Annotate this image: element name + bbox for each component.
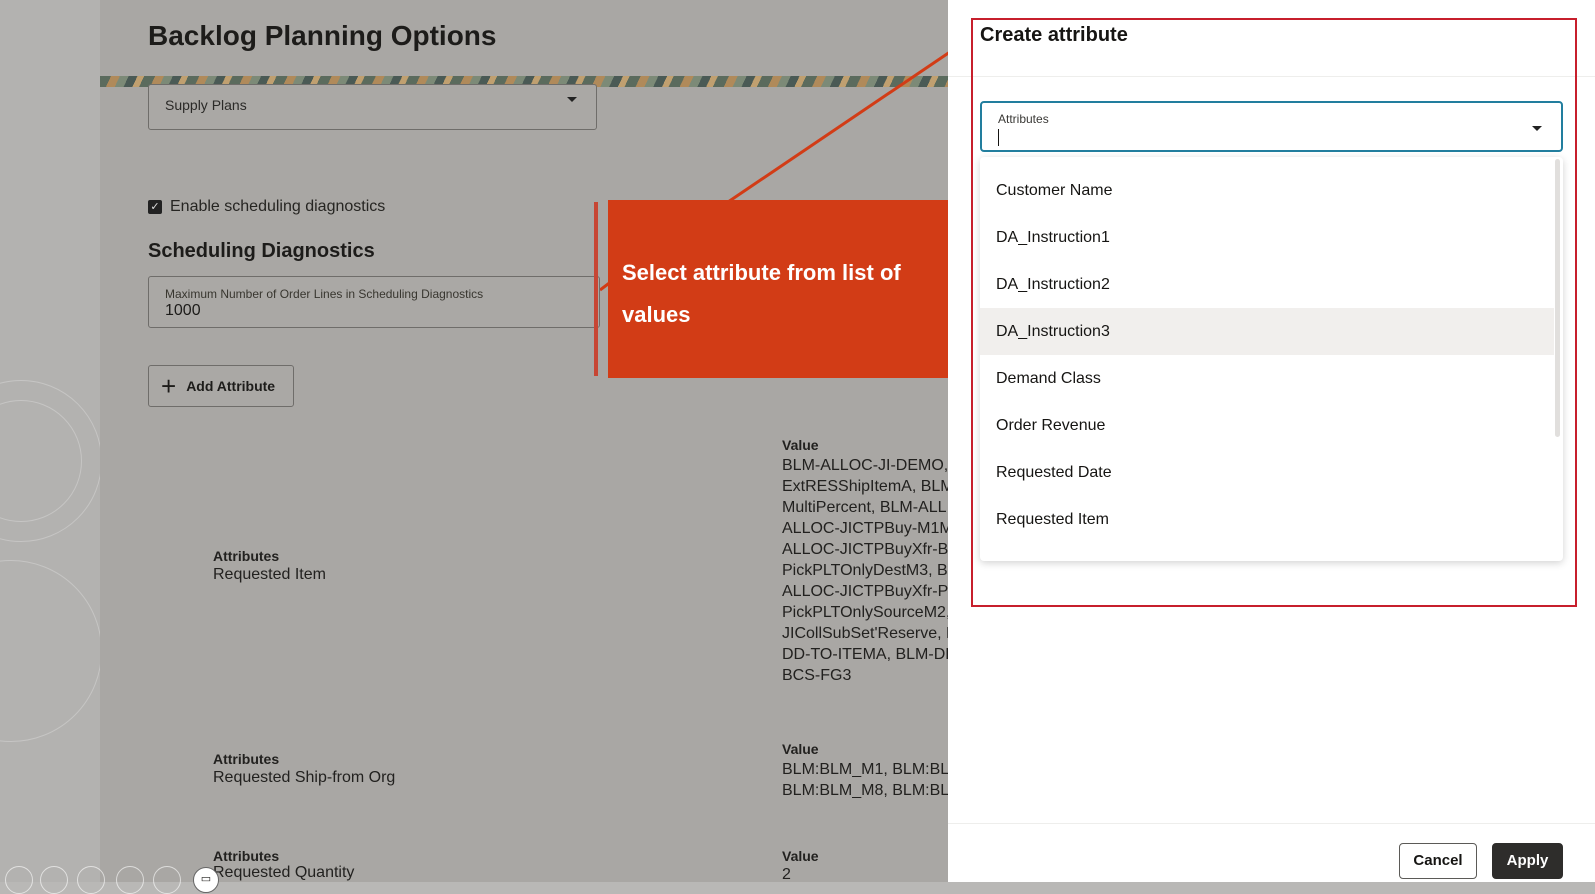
- enable-diagnostics-label: Enable scheduling diagnostics: [170, 198, 386, 215]
- max-order-lines-value: 1000: [165, 302, 201, 319]
- cancel-button[interactable]: Cancel: [1399, 843, 1477, 879]
- slides-icon[interactable]: [116, 866, 144, 894]
- drawer-footer-divider: [948, 823, 1595, 824]
- value-label: Value: [782, 848, 819, 864]
- callout-box: Select attribute from list of values: [608, 200, 951, 378]
- plus-icon: +: [161, 371, 177, 401]
- camera-icon[interactable]: ▭: [193, 867, 219, 893]
- value-line: BLM:BLM_M1, BLM:BL: [782, 761, 950, 778]
- attribute-value: Requested Item: [213, 566, 326, 583]
- value-line: DD-TO-ITEMA, BLM-DD: [782, 646, 950, 663]
- value-line: JICollSubSet'Reserve, B: [782, 625, 950, 642]
- page-title: Backlog Planning Options: [148, 20, 497, 51]
- value-line: ALLOC-JICTPBuy-M1M: [782, 520, 950, 537]
- value-list: BLM:BLM_M1, BLM:BL BLM:BLM_M8, BLM:BL: [782, 759, 950, 801]
- plan-type-value: Supply Plans: [165, 97, 247, 113]
- value-line: PickPLTOnlySourceM2,: [782, 604, 950, 621]
- attribute-label: Attributes: [213, 751, 280, 767]
- callout-connector-long: [727, 31, 979, 204]
- value-line: PickPLTOnlyDestM3, BL: [782, 562, 950, 579]
- value-line: MultiPercent, BLM-ALL: [782, 499, 947, 516]
- section-title: Scheduling Diagnostics: [148, 240, 375, 262]
- attribute-value: Requested Ship-from Org: [213, 769, 396, 786]
- forward-icon[interactable]: [40, 866, 68, 894]
- checkbox-checked-icon[interactable]: ✓: [148, 200, 162, 214]
- annotation-highlight-box: [971, 18, 1577, 607]
- value-label: Value: [782, 437, 819, 453]
- background-left-pane: [0, 0, 102, 882]
- plan-type-select[interactable]: Supply Plans: [148, 84, 597, 130]
- add-attribute-label: Add Attribute: [186, 378, 276, 394]
- callout-bracket: [594, 202, 598, 376]
- zoom-icon[interactable]: [153, 866, 181, 894]
- value-line: ALLOC-JICTPBuyXfr-Pi: [782, 583, 950, 600]
- apply-button[interactable]: Apply: [1492, 843, 1563, 879]
- back-icon[interactable]: [5, 866, 33, 894]
- max-order-lines-field[interactable]: Maximum Number of Order Lines in Schedul…: [148, 276, 600, 328]
- add-attribute-button[interactable]: + Add Attribute: [148, 365, 294, 407]
- callout-text: Select attribute from list of values: [622, 260, 901, 327]
- value-line: ALLOC-JICTPBuyXfr-Bo: [782, 541, 950, 558]
- chevron-down-icon: [567, 97, 577, 102]
- attribute-label: Attributes: [213, 548, 280, 564]
- pen-icon[interactable]: [77, 866, 105, 894]
- value-line: BLM-ALLOC-JI-DEMO,: [782, 457, 949, 474]
- value-list: BLM-ALLOC-JI-DEMO, ExtRESShipItemA, BLM …: [782, 455, 950, 686]
- presentation-toolbar: [0, 862, 260, 894]
- value-line: BLM:BLM_M8, BLM:BL: [782, 782, 950, 799]
- value-label: Value: [782, 741, 819, 757]
- value-line: BCS-FG3: [782, 667, 852, 684]
- max-order-lines-label: Maximum Number of Order Lines in Schedul…: [165, 287, 484, 301]
- value-line: ExtRESShipItemA, BLM: [782, 478, 950, 495]
- enable-diagnostics-checkbox-row[interactable]: ✓ Enable scheduling diagnostics: [148, 198, 385, 216]
